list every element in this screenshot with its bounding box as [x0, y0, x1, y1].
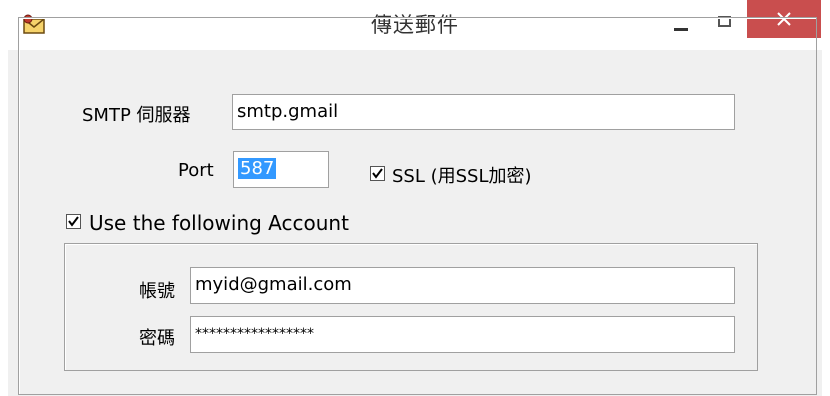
username-input[interactable]: myid@gmail.com — [190, 267, 735, 304]
use-account-label[interactable]: Use the following Account — [89, 211, 349, 235]
password-label: 密碼 — [139, 328, 175, 349]
checkmark-icon — [372, 168, 383, 179]
ssl-checkbox[interactable] — [370, 166, 385, 181]
send-mail-window: 傳送郵件 SMTP 伺服器 smtp.gmail Port 587 SSL (用… — [0, 0, 830, 396]
port-input[interactable]: 587 — [233, 151, 329, 188]
smtp-server-input[interactable]: smtp.gmail — [232, 94, 735, 130]
port-value: 587 — [238, 158, 277, 179]
port-label: Port — [178, 160, 214, 181]
ssl-label[interactable]: SSL (用SSL加密) — [392, 162, 532, 188]
password-input[interactable]: ***************** — [190, 316, 735, 353]
checkmark-icon — [68, 216, 79, 227]
username-label: 帳號 — [139, 281, 175, 302]
smtp-server-label: SMTP 伺服器 — [82, 105, 191, 126]
use-account-checkbox[interactable] — [66, 214, 81, 229]
